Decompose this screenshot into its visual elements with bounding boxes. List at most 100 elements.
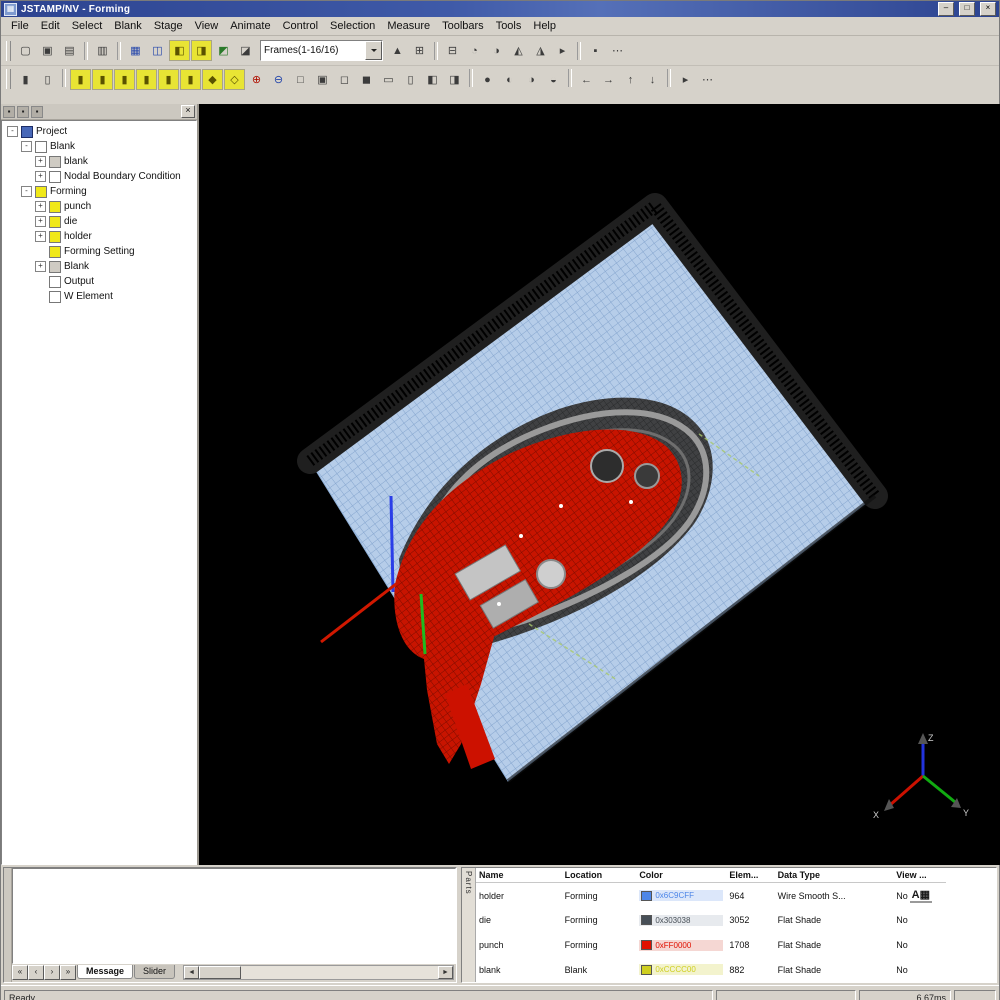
tool-icon[interactable]: ◪ bbox=[235, 40, 256, 61]
tool-icon[interactable]: ▲ bbox=[387, 40, 408, 61]
title-bar[interactable]: ▦ JSTAMP/NV - Forming – □ × bbox=[1, 1, 999, 17]
col-data-type[interactable]: Data Type bbox=[775, 868, 894, 883]
menu-help[interactable]: Help bbox=[527, 19, 562, 33]
tab-prev-icon[interactable]: ‹ bbox=[28, 965, 44, 980]
minimize-button[interactable]: – bbox=[938, 2, 954, 16]
col-elem[interactable]: Elem... bbox=[726, 868, 774, 883]
show-part-icon[interactable]: ▮ bbox=[158, 69, 179, 90]
tool-icon[interactable]: ▯ bbox=[400, 69, 421, 90]
view-rotate-icon[interactable]: ● bbox=[477, 69, 498, 90]
scroll-right-icon[interactable]: ► bbox=[438, 966, 453, 979]
show-part-icon[interactable]: ▮ bbox=[114, 69, 135, 90]
tool-icon[interactable]: ◧ bbox=[169, 40, 190, 61]
tree-item-forming-setting[interactable]: Forming Setting bbox=[4, 244, 196, 259]
col-name[interactable]: Name bbox=[476, 868, 562, 883]
menu-stage[interactable]: Stage bbox=[148, 19, 189, 33]
message-content[interactable] bbox=[12, 868, 456, 964]
tool-icon[interactable]: ◻ bbox=[334, 69, 355, 90]
tool-icon[interactable]: ▣ bbox=[312, 69, 333, 90]
menu-measure[interactable]: Measure bbox=[381, 19, 436, 33]
show-part-icon[interactable]: ◇ bbox=[224, 69, 245, 90]
tool-icon[interactable]: ◔ bbox=[464, 40, 485, 61]
menu-toolbars[interactable]: Toolbars bbox=[436, 19, 490, 33]
tool-icon[interactable]: ▯ bbox=[37, 69, 58, 90]
tab-last-icon[interactable]: » bbox=[60, 965, 76, 980]
tree-item-nodal-boundary-condition[interactable]: + Nodal Boundary Condition bbox=[4, 169, 196, 184]
tool-icon[interactable]: ▪ bbox=[585, 40, 606, 61]
tool-icon[interactable]: ◫ bbox=[147, 40, 168, 61]
tool-icon[interactable]: ◭ bbox=[508, 40, 529, 61]
tree-item-holder[interactable]: + holder bbox=[4, 229, 196, 244]
open-file-icon[interactable]: ▣ bbox=[37, 40, 58, 61]
tree-item-project[interactable]: - Project bbox=[4, 124, 196, 139]
table-row-blank[interactable]: blank Blank 0xCCCC00 882 Flat Shade No bbox=[476, 957, 946, 982]
tool-icon[interactable]: ▮ bbox=[15, 69, 36, 90]
tool-icon[interactable]: ◼ bbox=[356, 69, 377, 90]
view-pan-icon[interactable]: ◐ bbox=[499, 69, 520, 90]
expander-icon[interactable]: + bbox=[35, 201, 46, 212]
show-part-icon[interactable]: ◆ bbox=[202, 69, 223, 90]
viewport-3d[interactable]: Z X Y bbox=[199, 104, 1000, 865]
tool-icon[interactable]: ◧ bbox=[422, 69, 443, 90]
arrow-left-icon[interactable]: ← bbox=[576, 69, 597, 90]
menu-file[interactable]: File bbox=[5, 19, 35, 33]
more-tools-icon[interactable]: ⋯ bbox=[697, 69, 718, 90]
tree-item-blank-part[interactable]: + blank bbox=[4, 154, 196, 169]
expander-icon[interactable]: + bbox=[35, 231, 46, 242]
show-part-icon[interactable]: ▮ bbox=[92, 69, 113, 90]
tree-item-output[interactable]: Output bbox=[4, 274, 196, 289]
frame-select-combo[interactable]: Frames(1-16/16) bbox=[260, 40, 383, 61]
tool-icon[interactable]: □ bbox=[290, 69, 311, 90]
panel-tool-icon[interactable]: ▪ bbox=[3, 106, 15, 118]
menu-animate[interactable]: Animate bbox=[224, 19, 276, 33]
tool-icon[interactable]: ◨ bbox=[191, 40, 212, 61]
col-view[interactable]: View ... bbox=[893, 868, 946, 883]
tree-item-blank-stage[interactable]: - Blank bbox=[4, 139, 196, 154]
tool-icon[interactable]: ◨ bbox=[444, 69, 465, 90]
arrow-up-icon[interactable]: ↑ bbox=[620, 69, 641, 90]
save-file-icon[interactable]: ▤ bbox=[59, 40, 80, 61]
tree-item-die[interactable]: + die bbox=[4, 214, 196, 229]
col-location[interactable]: Location bbox=[562, 868, 637, 883]
menu-blank[interactable]: Blank bbox=[108, 19, 148, 33]
tree-item-blank[interactable]: + Blank bbox=[4, 259, 196, 274]
toolbar-grip[interactable] bbox=[6, 41, 11, 61]
chevron-down-icon[interactable] bbox=[365, 41, 382, 60]
show-part-icon[interactable]: ▮ bbox=[180, 69, 201, 90]
more-tools-icon[interactable]: ⋯ bbox=[607, 40, 628, 61]
expander-icon[interactable]: + bbox=[35, 156, 46, 167]
col-color[interactable]: Color bbox=[636, 868, 726, 883]
expander-icon[interactable]: + bbox=[35, 216, 46, 227]
text-tool-icon[interactable]: ⊞ bbox=[409, 40, 430, 61]
tool-icon[interactable]: ▸ bbox=[552, 40, 573, 61]
tree-item-forming[interactable]: - Forming bbox=[4, 184, 196, 199]
panel-close-icon[interactable]: × bbox=[181, 105, 195, 118]
table-row-die[interactable]: die Forming 0x303038 3052 Flat Shade No bbox=[476, 908, 946, 933]
table-row-punch[interactable]: punch Forming 0xFF0000 1708 Flat Shade N… bbox=[476, 933, 946, 958]
tab-first-icon[interactable]: « bbox=[12, 965, 28, 980]
show-part-icon[interactable]: ▮ bbox=[70, 69, 91, 90]
tool-icon[interactable]: ▦ bbox=[125, 40, 146, 61]
expander-icon[interactable]: - bbox=[21, 141, 32, 152]
tool-icon[interactable]: ⊕ bbox=[246, 69, 267, 90]
panel-tool-icon[interactable]: ▪ bbox=[31, 106, 43, 118]
tree-item-punch[interactable]: + punch bbox=[4, 199, 196, 214]
view-zoom-icon[interactable]: ◑ bbox=[521, 69, 542, 90]
table-row-holder[interactable]: holder Forming 0x6C9CFF 964 Wire Smooth … bbox=[476, 883, 946, 909]
project-tree[interactable]: - Project - Blank + blank + Noda bbox=[1, 120, 197, 865]
tool-icon[interactable]: ⊟ bbox=[442, 40, 463, 61]
close-button[interactable]: × bbox=[980, 2, 996, 16]
tab-slider[interactable]: Slider bbox=[134, 965, 175, 979]
tool-icon[interactable]: ◩ bbox=[213, 40, 234, 61]
expander-icon[interactable]: - bbox=[21, 186, 32, 197]
menu-select[interactable]: Select bbox=[66, 19, 109, 33]
scroll-thumb[interactable] bbox=[199, 966, 241, 979]
tool-icon[interactable]: ▭ bbox=[378, 69, 399, 90]
new-file-icon[interactable]: ▢ bbox=[15, 40, 36, 61]
maximize-button[interactable]: □ bbox=[959, 2, 975, 16]
play-icon[interactable]: ▸ bbox=[675, 69, 696, 90]
tab-next-icon[interactable]: › bbox=[44, 965, 60, 980]
panel-grip[interactable] bbox=[4, 868, 12, 982]
show-part-icon[interactable]: ▮ bbox=[136, 69, 157, 90]
panel-tool-icon[interactable]: ▪ bbox=[17, 106, 29, 118]
